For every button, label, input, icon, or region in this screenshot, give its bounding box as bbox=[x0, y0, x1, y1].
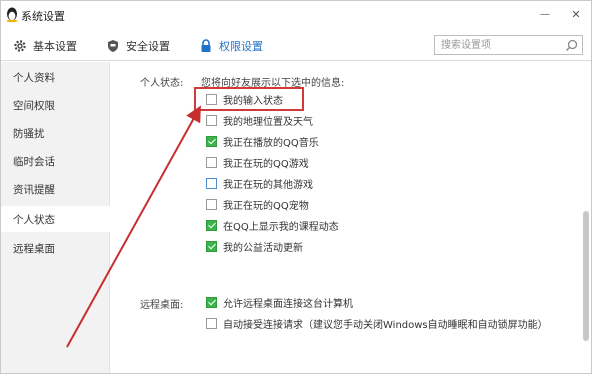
tab-label: 基本设置 bbox=[33, 40, 77, 53]
search-icon[interactable] bbox=[565, 39, 578, 52]
option-label: 允许远程桌面连接这台计算机 bbox=[223, 298, 353, 310]
option-label: 在QQ上显示我的课程动态 bbox=[223, 221, 339, 233]
gear-icon bbox=[13, 39, 27, 53]
sidebar-item-label: 资讯提醒 bbox=[13, 183, 55, 196]
tab-label: 权限设置 bbox=[219, 40, 263, 53]
search-input[interactable] bbox=[435, 36, 563, 54]
checkbox-checked[interactable] bbox=[206, 135, 217, 147]
sidebar-item-remote-desktop[interactable]: 远程桌面 bbox=[1, 235, 110, 261]
sidebar-item-label: 防骚扰 bbox=[13, 127, 45, 140]
option-label: 自动接受连接请求（建议您手动关闭Windows自动睡眠和自动锁屏功能） bbox=[223, 319, 548, 331]
option-label: 我正在玩的QQ宠物 bbox=[223, 200, 309, 212]
option-other-game[interactable]: 我正在玩的其他游戏 bbox=[206, 176, 313, 191]
checkbox[interactable] bbox=[206, 177, 217, 189]
tab-basic-settings[interactable]: 基本设置 bbox=[13, 37, 77, 55]
lock-icon bbox=[199, 39, 213, 53]
option-qq-game[interactable]: 我正在玩的QQ游戏 bbox=[206, 155, 309, 170]
checkbox-checked[interactable] bbox=[206, 296, 217, 308]
sidebar-item-news-reminder[interactable]: 资讯提醒 bbox=[1, 176, 110, 202]
option-qq-music[interactable]: 我正在播放的QQ音乐 bbox=[206, 134, 319, 149]
close-icon: ✕ bbox=[571, 7, 581, 21]
sidebar-item-label: 个人状态 bbox=[13, 213, 55, 226]
sidebar-item-label: 临时会话 bbox=[13, 155, 55, 168]
sidebar-item-anti-harassment[interactable]: 防骚扰 bbox=[1, 120, 110, 146]
content-scrollbar-thumb[interactable] bbox=[583, 211, 589, 341]
annotation-highlight-box bbox=[194, 87, 304, 111]
personal-status-label: 个人状态: bbox=[140, 78, 184, 89]
checkbox-checked[interactable] bbox=[206, 240, 217, 252]
sidebar-item-label: 个人资料 bbox=[13, 71, 55, 84]
close-button[interactable]: ✕ bbox=[567, 5, 585, 23]
minimize-button[interactable]: — bbox=[536, 5, 554, 23]
option-auto-accept[interactable]: 自动接受连接请求（建议您手动关闭Windows自动睡眠和自动锁屏功能） bbox=[206, 316, 548, 331]
sidebar-item-label: 远程桌面 bbox=[13, 242, 55, 255]
option-label: 我正在玩的其他游戏 bbox=[223, 179, 313, 191]
sidebar-item-label: 空间权限 bbox=[13, 99, 55, 112]
window-title: 系统设置 bbox=[21, 10, 65, 23]
option-qq-pet[interactable]: 我正在玩的QQ宠物 bbox=[206, 197, 309, 212]
checkbox[interactable] bbox=[206, 317, 217, 329]
option-label: 我的地理位置及天气 bbox=[223, 116, 313, 128]
shield-icon bbox=[106, 39, 120, 53]
option-label: 我正在玩的QQ游戏 bbox=[223, 158, 309, 170]
sidebar-item-profile[interactable]: 个人资料 bbox=[1, 64, 110, 90]
title-bar: 系统设置 — ✕ bbox=[1, 1, 591, 29]
tab-security-settings[interactable]: 安全设置 bbox=[106, 37, 170, 55]
settings-search-box bbox=[434, 35, 583, 55]
option-charity-updates[interactable]: 我的公益活动更新 bbox=[206, 239, 303, 254]
remote-desktop-label: 远程桌面: bbox=[140, 300, 184, 311]
settings-sidebar: 个人资料 空间权限 防骚扰 临时会话 资讯提醒 个人状态 远程桌面 bbox=[1, 62, 110, 373]
checkbox-checked[interactable] bbox=[206, 219, 217, 231]
checkbox[interactable] bbox=[206, 156, 217, 168]
checkbox[interactable] bbox=[206, 114, 217, 126]
option-course-updates[interactable]: 在QQ上显示我的课程动态 bbox=[206, 218, 339, 233]
option-allow-remote[interactable]: 允许远程桌面连接这台计算机 bbox=[206, 295, 353, 310]
minimize-icon: — bbox=[540, 8, 550, 20]
option-label: 我的公益活动更新 bbox=[223, 242, 303, 254]
sidebar-item-temp-session[interactable]: 临时会话 bbox=[1, 148, 110, 174]
checkbox[interactable] bbox=[206, 198, 217, 210]
tab-label: 安全设置 bbox=[126, 40, 170, 53]
qq-penguin-icon bbox=[6, 7, 18, 22]
option-label: 我正在播放的QQ音乐 bbox=[223, 137, 319, 149]
option-location-weather[interactable]: 我的地理位置及天气 bbox=[206, 113, 313, 128]
tab-permission-settings[interactable]: 权限设置 bbox=[199, 37, 263, 55]
settings-window: 系统设置 — ✕ 基本设置 安全设置 权限设置 搜索设置项 个人资料 空间权限 … bbox=[0, 0, 592, 374]
sidebar-item-personal-status[interactable]: 个人状态 bbox=[1, 206, 110, 232]
sidebar-item-space-permission[interactable]: 空间权限 bbox=[1, 92, 110, 118]
